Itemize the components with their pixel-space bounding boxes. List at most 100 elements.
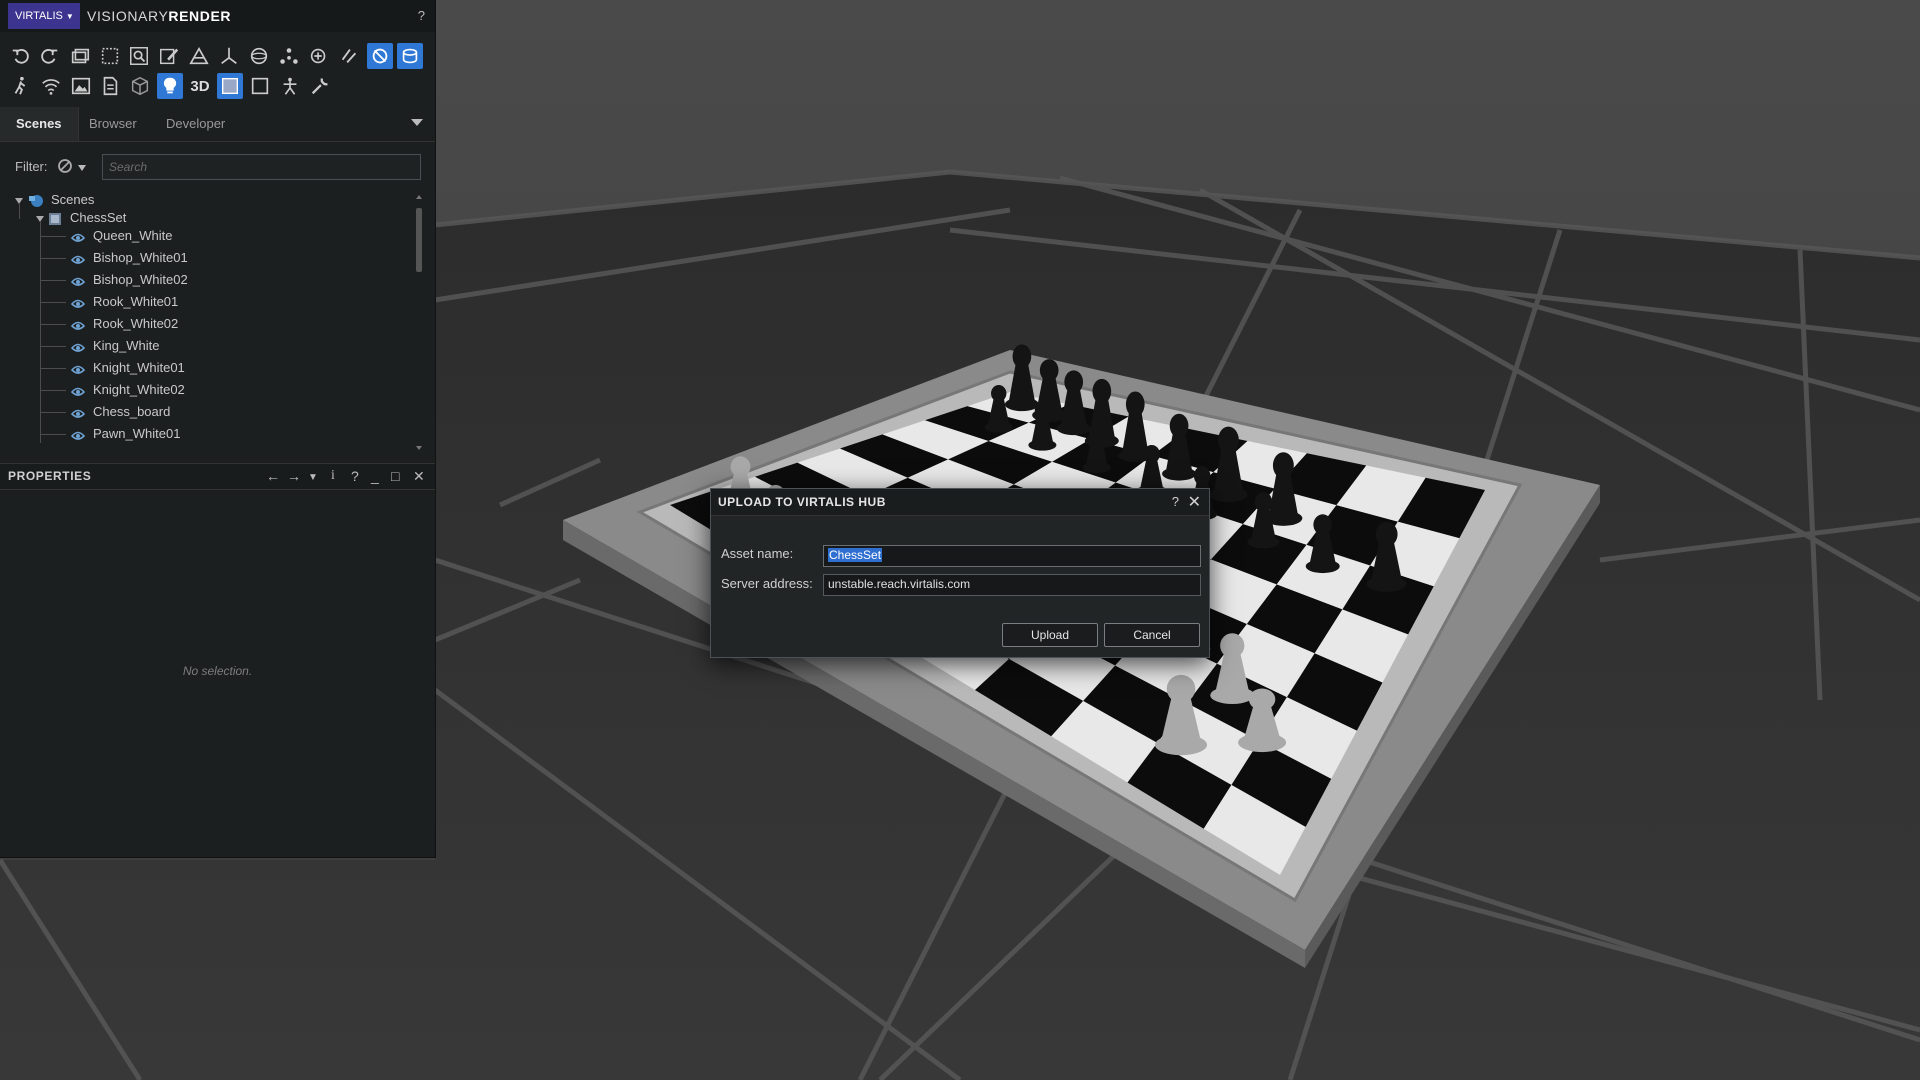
back-arrow-icon[interactable]: ← bbox=[266, 468, 280, 484]
help-button[interactable]: ? bbox=[418, 8, 425, 23]
mesh-node-icon bbox=[70, 299, 86, 308]
tab-developer[interactable]: Developer bbox=[166, 107, 225, 141]
layers-icon[interactable] bbox=[67, 43, 93, 69]
dialog-close-icon[interactable]: ✕ bbox=[1188, 492, 1201, 512]
tree-item-rook_white02[interactable]: Rook_White02 bbox=[70, 313, 178, 335]
forward-arrow-icon[interactable]: → bbox=[287, 468, 301, 484]
lightbulb-icon[interactable] bbox=[157, 73, 183, 99]
tree-scrollbar[interactable] bbox=[415, 189, 423, 457]
scroll-thumb[interactable] bbox=[416, 208, 422, 272]
panel-tabs: Scenes Browser Developer bbox=[0, 107, 435, 142]
no-filter-icon[interactable] bbox=[57, 158, 73, 174]
asset-name-label: Asset name: bbox=[721, 546, 794, 561]
app-title: VISIONARYRENDER bbox=[87, 8, 231, 24]
scenes-globe-icon bbox=[29, 194, 43, 207]
mesh-node-icon bbox=[70, 365, 86, 374]
skeleton-icon[interactable] bbox=[277, 73, 303, 99]
tree-item-knight_white02[interactable]: Knight_White02 bbox=[70, 379, 185, 401]
scene-panel: VIRTALIS ▼ VISIONARYRENDER ? 3D Scenes Br… bbox=[0, 0, 436, 858]
walk-icon[interactable] bbox=[8, 73, 34, 99]
solid-view-icon[interactable] bbox=[217, 73, 243, 99]
mode-3d-button[interactable]: 3D bbox=[187, 73, 213, 99]
snap-icon[interactable] bbox=[367, 43, 393, 69]
wifi-icon[interactable] bbox=[38, 73, 64, 99]
cancel-button[interactable]: Cancel bbox=[1104, 623, 1200, 647]
mesh-node-icon bbox=[70, 387, 86, 396]
dialog-title: UPLOAD TO VIRTALIS HUB bbox=[718, 495, 886, 509]
tree-item-label: Rook_White01 bbox=[93, 294, 179, 309]
history-dropdown-icon[interactable]: ▼ bbox=[308, 470, 318, 486]
server-address-field[interactable]: unstable.reach.virtalis.com bbox=[823, 574, 1201, 596]
properties-title: PROPERTIES bbox=[8, 469, 92, 483]
tree-item-label: Knight_White01 bbox=[93, 360, 185, 375]
minimize-icon[interactable]: _ bbox=[371, 468, 379, 484]
cube-icon[interactable] bbox=[127, 73, 153, 99]
undo-icon[interactable] bbox=[8, 43, 34, 69]
wrench-icon[interactable] bbox=[307, 73, 333, 99]
scroll-down-icon[interactable] bbox=[416, 446, 422, 450]
app-title-light: VISIONARY bbox=[87, 8, 169, 24]
wireframe-view-icon[interactable] bbox=[247, 73, 273, 99]
scene-icon bbox=[49, 212, 61, 225]
scroll-up-icon[interactable] bbox=[416, 195, 422, 199]
nodes-icon[interactable] bbox=[276, 43, 302, 69]
tree-item-label: Bishop_White02 bbox=[93, 272, 188, 287]
mesh-node-icon bbox=[70, 343, 86, 352]
close-icon[interactable]: ✕ bbox=[413, 468, 425, 484]
upload-dialog: UPLOAD TO VIRTALIS HUB ? ✕ Asset name: C… bbox=[710, 488, 1210, 658]
transform-axes-icon[interactable] bbox=[216, 43, 242, 69]
tree-item-label: Chess_board bbox=[93, 404, 171, 419]
tree-item-label: Scenes bbox=[51, 192, 95, 207]
title-bar: VIRTALIS ▼ VISIONARYRENDER ? bbox=[0, 0, 435, 32]
image-icon[interactable] bbox=[68, 73, 94, 99]
filter-dropdown-chevron-icon[interactable] bbox=[78, 165, 86, 171]
mesh-node-icon bbox=[70, 321, 86, 330]
server-address-value: unstable.reach.virtalis.com bbox=[828, 577, 971, 591]
tree-item-label: King_White bbox=[93, 338, 160, 353]
select-box-icon[interactable] bbox=[97, 43, 123, 69]
app-title-bold: RENDER bbox=[168, 8, 232, 24]
link-icon[interactable] bbox=[336, 43, 362, 69]
dialog-help-button[interactable]: ? bbox=[1172, 494, 1179, 509]
mesh-node-icon bbox=[70, 233, 86, 242]
tree-item-queen_white[interactable]: Queen_White bbox=[70, 225, 173, 247]
tree-item-label: Queen_White bbox=[93, 228, 173, 243]
maximize-icon[interactable]: □ bbox=[391, 468, 399, 484]
mesh-node-icon bbox=[70, 255, 86, 264]
brand-menu-button[interactable]: VIRTALIS ▼ bbox=[8, 3, 80, 29]
tree-item-bishop_white01[interactable]: Bishop_White01 bbox=[70, 247, 188, 269]
tree-item-bishop_white02[interactable]: Bishop_White02 bbox=[70, 269, 188, 291]
tabs-menu-chevron-icon[interactable] bbox=[411, 119, 423, 126]
tab-browser[interactable]: Browser bbox=[89, 107, 137, 141]
sphere-icon[interactable] bbox=[246, 43, 272, 69]
mesh-node-icon bbox=[70, 409, 86, 418]
tree-item-label: Bishop_White01 bbox=[93, 250, 188, 265]
tree-item-label: Knight_White02 bbox=[93, 382, 185, 397]
terrain-icon[interactable] bbox=[186, 43, 212, 69]
scene-tree: Scenes ChessSet Queen_White Bishop_White0… bbox=[0, 189, 420, 454]
edit-icon[interactable] bbox=[156, 43, 182, 69]
zoom-icon[interactable] bbox=[126, 43, 152, 69]
redo-icon[interactable] bbox=[36, 43, 62, 69]
asset-name-field[interactable]: ChessSet bbox=[823, 545, 1201, 567]
help-icon[interactable]: ? bbox=[351, 468, 359, 484]
mesh-node-icon bbox=[70, 431, 86, 440]
tree-item-rook_white01[interactable]: Rook_White01 bbox=[70, 291, 178, 313]
dialog-title-bar: UPLOAD TO VIRTALIS HUB ? ✕ bbox=[711, 489, 1209, 516]
info-icon[interactable]: i bbox=[331, 468, 335, 484]
upload-button[interactable]: Upload bbox=[1002, 623, 1098, 647]
tab-scenes[interactable]: Scenes bbox=[0, 107, 79, 141]
properties-empty-text: No selection. bbox=[182, 664, 253, 678]
document-icon[interactable] bbox=[97, 73, 123, 99]
tree-item-knight_white01[interactable]: Knight_White01 bbox=[70, 357, 185, 379]
tree-item-king_white[interactable]: King_White bbox=[70, 335, 159, 357]
mesh-node-icon bbox=[70, 277, 86, 286]
filter-label: Filter: bbox=[15, 159, 48, 174]
target-icon[interactable] bbox=[306, 43, 332, 69]
asset-name-value: ChessSet bbox=[828, 548, 883, 562]
tree-item-chess_board[interactable]: Chess_board bbox=[70, 401, 170, 423]
camera-rig-icon[interactable] bbox=[397, 43, 423, 69]
tree-item-pawn_white01[interactable]: Pawn_White01 bbox=[70, 423, 180, 445]
search-input[interactable] bbox=[102, 154, 421, 180]
properties-header: PROPERTIES ← → ▼ i ? _ □ ✕ bbox=[0, 463, 435, 490]
